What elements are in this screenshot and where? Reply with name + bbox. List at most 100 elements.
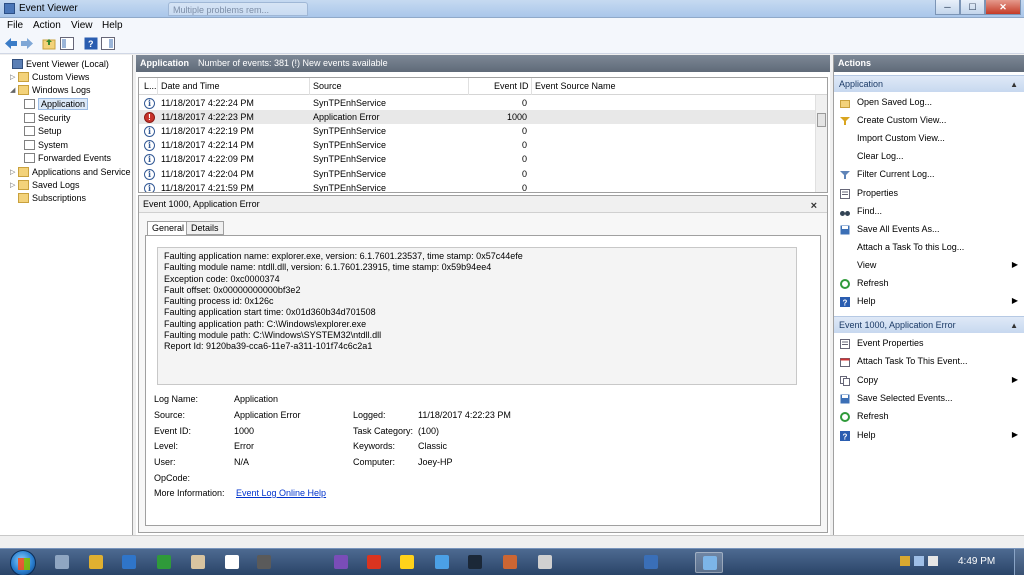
action-help[interactable]: ? Help ▶ — [834, 427, 1024, 443]
taskbar-app[interactable] — [327, 552, 355, 573]
collapse-caret-icon[interactable]: ▲ — [1010, 317, 1018, 334]
action-refresh[interactable]: Refresh — [834, 408, 1024, 424]
start-button[interactable] — [10, 550, 36, 575]
volume-icon[interactable] — [928, 556, 938, 566]
tree-node-system[interactable]: System — [24, 139, 68, 152]
scrollbar-thumb[interactable] — [817, 113, 826, 127]
actions-section-event[interactable]: Event 1000, Application Error ▲ — [834, 316, 1024, 333]
menu-file[interactable]: File — [7, 20, 23, 31]
action-view[interactable]: View ▶ — [834, 257, 1024, 273]
action-event-properties[interactable]: Event Properties — [834, 335, 1024, 351]
taskbar-app[interactable] — [184, 552, 212, 573]
table-row[interactable]: i 11/18/2017 4:22:09 PM SynTPEnhService 0 — [139, 152, 815, 166]
cell-date-time: 11/18/2017 4:22:24 PM — [161, 98, 254, 108]
taskbar-app[interactable] — [393, 552, 421, 573]
taskbar-app[interactable] — [360, 552, 388, 573]
action-attach-a-task-to-this-log[interactable]: Attach a Task To this Log... — [834, 239, 1024, 255]
table-row[interactable]: i 11/18/2017 4:22:04 PM SynTPEnhService 0 — [139, 167, 815, 181]
column-event-id[interactable]: Event ID — [494, 81, 529, 91]
menu-action[interactable]: Action — [33, 20, 61, 31]
action-clear-log[interactable]: Clear Log... — [834, 148, 1024, 164]
event-log-online-help-link[interactable]: Event Log Online Help — [236, 488, 326, 498]
table-row[interactable]: ! 11/18/2017 4:22:23 PM Application Error 1… — [139, 110, 815, 125]
minimize-button[interactable]: ─ — [935, 0, 960, 15]
tree-node-root[interactable]: Event Viewer (Local) — [4, 58, 109, 71]
taskbar-app[interactable] — [531, 552, 559, 573]
tree-node-subscriptions[interactable]: Subscriptions — [10, 192, 86, 205]
clock[interactable]: 4:49 PM — [958, 556, 995, 567]
show-hide-action-pane-icon[interactable] — [101, 37, 115, 50]
action-properties[interactable]: Properties — [834, 185, 1024, 201]
action-label: Clear Log... — [857, 151, 904, 162]
action-help[interactable]: ? Help ▶ — [834, 293, 1024, 309]
actions-section-application[interactable]: Application ▲ — [834, 75, 1024, 92]
tray-flag-icon[interactable] — [900, 556, 910, 566]
tree-node-custom-views[interactable]: ▷ Custom Views — [10, 71, 89, 84]
action-refresh[interactable]: Refresh — [834, 275, 1024, 291]
taskbar-app[interactable] — [695, 552, 723, 573]
taskbar-app[interactable] — [150, 552, 178, 573]
column-level[interactable]: L... — [144, 81, 157, 91]
refresh-icon — [840, 411, 850, 423]
action-save-selected-events[interactable]: Save Selected Events... — [834, 390, 1024, 406]
up-folder-icon[interactable] — [42, 37, 56, 50]
help-icon[interactable]: ? — [84, 37, 98, 50]
tree-node-security[interactable]: Security — [24, 112, 71, 125]
filter-icon — [840, 169, 850, 180]
menu-help[interactable]: Help — [102, 20, 123, 31]
cell-event-id: 0 — [521, 98, 527, 108]
value-log-name: Application — [234, 394, 279, 404]
collapse-caret-icon[interactable]: ▲ — [1010, 76, 1018, 93]
expand-arrow-icon[interactable]: ▷ — [10, 71, 18, 84]
event-viewer-icon — [12, 59, 23, 69]
event-description[interactable]: Faulting application name: explorer.exe,… — [157, 247, 797, 385]
action-import-custom-view[interactable]: Import Custom View... — [834, 130, 1024, 146]
action-create-custom-view[interactable]: Create Custom View... — [834, 112, 1024, 128]
tree-node-forwarded-events[interactable]: Forwarded Events — [24, 152, 111, 165]
column-event-source-name[interactable]: Event Source Name — [535, 81, 616, 91]
action-copy[interactable]: Copy ▶ — [834, 372, 1024, 388]
show-desktop-button[interactable] — [1014, 549, 1024, 575]
app-icon — [538, 555, 552, 569]
action-filter-current-log[interactable]: Filter Current Log... — [834, 166, 1024, 182]
expand-arrow-icon[interactable]: ▷ — [10, 166, 18, 179]
action-find[interactable]: Find... — [834, 203, 1024, 219]
taskbar-app[interactable] — [428, 552, 456, 573]
action-open-saved-log[interactable]: Open Saved Log... — [834, 94, 1024, 110]
taskbar-app[interactable] — [461, 552, 489, 573]
taskbar-app[interactable] — [82, 552, 110, 573]
taskbar-app[interactable] — [637, 552, 665, 573]
back-icon[interactable] — [4, 37, 18, 50]
tree-node-application[interactable]: Application — [24, 98, 89, 111]
table-row[interactable]: i 11/18/2017 4:22:14 PM SynTPEnhService 0 — [139, 138, 815, 152]
table-row[interactable]: i 11/18/2017 4:22:24 PM SynTPEnhService 0 — [139, 96, 815, 110]
tree-node-applications-and-services[interactable]: ▷ Applications and Service — [10, 166, 131, 179]
tree-node-windows-logs[interactable]: ◢ Windows Logs — [10, 84, 91, 97]
taskbar-app[interactable] — [218, 552, 246, 573]
taskbar-app[interactable] — [496, 552, 524, 573]
close-detail-icon[interactable]: × — [811, 198, 817, 215]
maximize-button[interactable]: ☐ — [960, 0, 985, 15]
expand-arrow-icon[interactable]: ▷ — [10, 179, 18, 192]
tab-general[interactable]: General — [147, 221, 190, 236]
table-row[interactable]: i 11/18/2017 4:22:19 PM SynTPEnhService 0 — [139, 124, 815, 138]
taskbar-app[interactable] — [48, 552, 76, 573]
table-row[interactable]: i 11/18/2017 4:21:59 PM SynTPEnhService 0 — [139, 181, 815, 192]
taskbar-app[interactable] — [115, 552, 143, 573]
forward-icon[interactable] — [20, 37, 34, 50]
column-source[interactable]: Source — [313, 81, 342, 91]
log-icon — [24, 153, 35, 163]
column-date-time[interactable]: Date and Time — [161, 81, 220, 91]
tree-node-setup[interactable]: Setup — [24, 125, 62, 138]
close-button[interactable]: ✕ — [985, 0, 1021, 15]
show-hide-tree-icon[interactable] — [60, 37, 74, 50]
taskbar-app[interactable] — [250, 552, 278, 573]
network-icon[interactable] — [914, 556, 924, 566]
collapse-arrow-icon[interactable]: ◢ — [10, 84, 18, 97]
tree-node-saved-logs[interactable]: ▷ Saved Logs — [10, 179, 80, 192]
action-attach-task-to-this-event[interactable]: Attach Task To This Event... — [834, 353, 1024, 369]
events-scrollbar[interactable] — [815, 95, 827, 192]
tab-details[interactable]: Details — [186, 221, 224, 235]
action-save-all-events-as[interactable]: Save All Events As... — [834, 221, 1024, 237]
menu-view[interactable]: View — [71, 20, 93, 31]
